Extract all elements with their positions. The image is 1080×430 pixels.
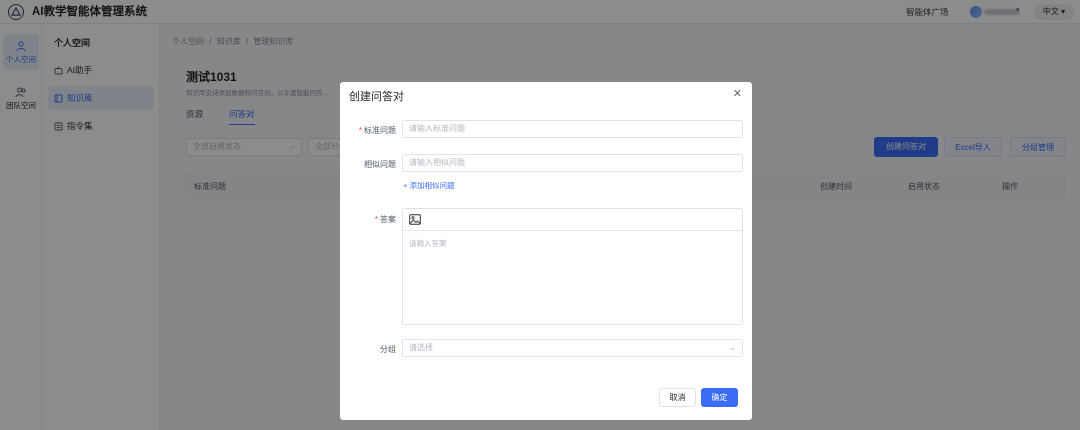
editor-toolbar	[403, 209, 742, 231]
group-select[interactable]: 请选择 ⌄	[402, 339, 743, 357]
standard-question-label: * 标准问题	[340, 125, 396, 136]
group-label: 分组	[380, 345, 396, 354]
modal-title: 创建问答对	[349, 91, 404, 103]
label-text: 标准问题	[364, 126, 396, 135]
answer-editor[interactable]: 请输入答案	[402, 208, 743, 325]
required-mark: *	[358, 126, 362, 135]
create-qa-modal: 创建问答对 ✕ * 标准问题 请输入标准问题 相似问题 请输入相似问题 + 添加相…	[340, 82, 752, 420]
answer-placeholder: 请输入答案	[409, 239, 447, 248]
answer-label: * 答案	[340, 214, 396, 225]
group-placeholder: 请选择	[409, 343, 433, 352]
similar-question-input[interactable]: 请输入相似问题	[402, 154, 743, 172]
chevron-down-icon: ⌄	[729, 343, 736, 352]
required-mark: *	[374, 215, 378, 224]
cancel-button[interactable]: 取消	[659, 388, 696, 407]
standard-question-input[interactable]: 请输入标准问题	[402, 120, 743, 138]
close-icon[interactable]: ✕	[733, 89, 742, 100]
add-similar-question-link[interactable]: + 添加相似问题	[403, 180, 454, 191]
similar-question-label: 相似问题	[364, 160, 396, 169]
image-icon[interactable]	[409, 214, 421, 225]
confirm-button[interactable]: 确定	[701, 388, 738, 407]
label-text: 答案	[380, 215, 396, 224]
